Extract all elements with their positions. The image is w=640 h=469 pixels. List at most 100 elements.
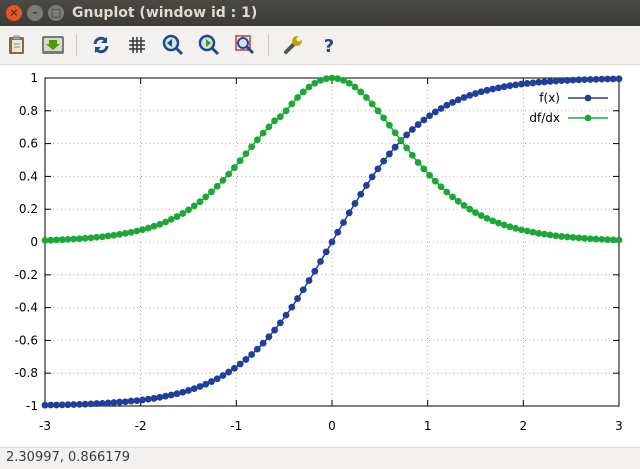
data-point (368, 100, 376, 108)
copy-clipboard-button[interactable] (4, 32, 30, 58)
data-point (236, 360, 244, 368)
data-point (512, 81, 520, 89)
settings-button[interactable] (280, 32, 306, 58)
data-point (615, 75, 623, 83)
data-point (196, 198, 204, 206)
y-tick-label: -0.2 (15, 268, 38, 282)
autoscale-button[interactable] (232, 32, 258, 58)
status-bar: 2.30997, 0.866179 (0, 447, 640, 469)
data-point (431, 177, 439, 185)
data-point (449, 193, 456, 201)
data-point (259, 129, 267, 137)
data-point (414, 159, 422, 166)
y-tick-label: -0.4 (15, 301, 38, 315)
zoom-back-icon (162, 34, 184, 56)
data-point (253, 136, 261, 144)
data-point (351, 83, 359, 91)
data-point (322, 75, 330, 83)
data-point (179, 388, 187, 396)
zoom-forward-button[interactable] (196, 32, 222, 58)
close-button[interactable]: × (6, 5, 22, 21)
data-point (460, 202, 468, 209)
data-point (408, 151, 416, 159)
data-point (317, 76, 324, 84)
maximize-button[interactable]: □ (48, 5, 64, 21)
data-point (288, 100, 296, 108)
data-point (518, 226, 525, 234)
data-point (173, 390, 181, 398)
data-point (231, 164, 238, 171)
x-tick-label: -2 (135, 419, 147, 433)
replot-button[interactable] (88, 32, 114, 58)
data-point (506, 82, 514, 90)
data-point (500, 83, 508, 91)
data-point (127, 228, 135, 236)
data-point (144, 395, 152, 403)
cursor-coordinates: 2.30997, 0.866179 (6, 450, 131, 465)
legend-marker (584, 94, 592, 102)
data-point (489, 85, 497, 93)
data-point (139, 226, 146, 234)
data-point (213, 375, 221, 383)
data-point (397, 136, 405, 144)
data-point (431, 108, 439, 116)
toolbar: ? (0, 26, 640, 65)
data-point (231, 364, 238, 372)
data-point (340, 219, 347, 226)
zoom-back-button[interactable] (160, 32, 186, 58)
data-point (472, 90, 479, 97)
data-point (311, 79, 319, 87)
data-point (133, 397, 141, 404)
data-point (403, 144, 411, 152)
data-point (495, 84, 502, 92)
export-button[interactable] (39, 32, 67, 58)
y-tick-label: 0.2 (19, 202, 38, 216)
data-point (236, 157, 244, 165)
legend-label: df/dx (529, 111, 560, 125)
data-point (213, 182, 221, 190)
data-point (334, 228, 342, 236)
data-point (219, 176, 227, 184)
data-point (248, 143, 256, 151)
zoom-forward-icon (198, 34, 220, 56)
data-point (299, 88, 307, 96)
replot-icon (93, 36, 109, 54)
data-point (311, 267, 319, 275)
data-point (368, 173, 376, 181)
window-title: Gnuplot (window id : 1) (72, 5, 258, 21)
data-point (328, 74, 336, 82)
grid-icon (129, 37, 145, 53)
data-point (529, 228, 537, 236)
grid-button[interactable] (124, 32, 150, 58)
data-point (208, 188, 215, 196)
data-point (253, 345, 261, 353)
data-point (282, 107, 290, 115)
data-point (357, 88, 365, 96)
help-button[interactable]: ? (316, 32, 342, 58)
data-point (437, 183, 445, 191)
data-point (420, 165, 428, 173)
x-tick-label: -3 (39, 419, 51, 433)
y-tick-label: -0.8 (15, 366, 38, 380)
data-point (225, 170, 233, 178)
data-point (299, 286, 307, 294)
data-point (483, 86, 491, 94)
data-point (506, 223, 514, 231)
data-point (420, 116, 428, 124)
data-point (374, 165, 382, 173)
data-point (454, 197, 462, 205)
data-point (133, 227, 141, 235)
minimize-button[interactable]: – (27, 5, 43, 21)
chart: -3 -2 -1 0 1 2 3 -1 -0.8 -0.6 -0.4 -0.2 0 0.2 0.4 0.6 0.… (15, 71, 623, 433)
x-tick-label: 3 (615, 419, 623, 433)
data-point (202, 193, 210, 201)
data-point (322, 248, 330, 256)
y-tick-label: 0 (30, 235, 38, 249)
data-point (242, 150, 250, 158)
copy-clipboard-icon (9, 35, 24, 54)
y-tick-label: 0.8 (19, 104, 38, 118)
plot-area[interactable]: -3 -2 -1 0 1 2 3 -1 -0.8 -0.6 -0.4 -0.2 0 0.2 0.4 0.6 0.… (0, 65, 640, 447)
data-point (408, 126, 416, 133)
data-point (403, 131, 411, 139)
data-point (190, 202, 198, 210)
